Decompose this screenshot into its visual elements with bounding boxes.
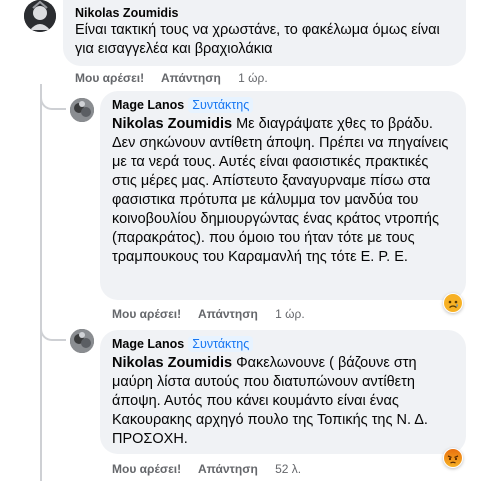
reply-button[interactable]: Απάντηση — [198, 307, 258, 321]
sad-face-icon — [444, 294, 462, 312]
timestamp[interactable]: 52 λ. — [275, 462, 301, 476]
author-badge: Συντάκτης — [188, 336, 254, 352]
reply-author-name[interactable]: Mage Lanos — [112, 337, 184, 351]
reply-button[interactable]: Απάντηση — [198, 462, 258, 476]
reply-author: Mage Lanos Συντάκτης — [112, 336, 454, 352]
thread-branch-1 — [40, 84, 66, 110]
reaction-badge[interactable] — [443, 293, 463, 313]
avatar[interactable] — [70, 98, 94, 122]
like-button[interactable]: Μου αρέσει! — [112, 307, 181, 321]
comment-author[interactable]: Nikolas Zoumidis — [75, 6, 454, 20]
reply-actions: Μου αρέσει! Απάντηση 52 λ. — [112, 462, 315, 476]
reply-actions: Μου αρέσει! Απάντηση 1 ώρ. — [112, 307, 319, 321]
reaction-badge[interactable] — [443, 448, 463, 468]
angry-face-icon — [444, 449, 462, 467]
like-button[interactable]: Μου αρέσει! — [112, 462, 181, 476]
reply-body: Με διαγράψατε χθες το βράδυ. Δεν σηκώνου… — [112, 116, 449, 265]
timestamp[interactable]: 1 ώρ. — [238, 71, 268, 85]
avatar[interactable] — [70, 329, 94, 353]
avatar-image-icon — [24, 0, 56, 32]
comment-bubble: Nikolas Zoumidis Είναι τακτική τους να χ… — [63, 0, 466, 66]
comment-actions: Μου αρέσει! Απάντηση 1 ώρ. — [75, 71, 282, 85]
author-badge: Συντάκτης — [188, 97, 254, 113]
reply-bubble: Mage Lanos Συντάκτης Nikolas Zoumidis Με … — [100, 91, 466, 300]
mention-link[interactable]: Nikolas Zoumidis — [112, 116, 232, 132]
reply-text: Nikolas Zoumidis Φακελωνουνε ( βάζουνε σ… — [112, 354, 454, 449]
reply-author-name[interactable]: Mage Lanos — [112, 98, 184, 112]
reply-text: Nikolas Zoumidis Με διαγράψατε χθες το β… — [112, 115, 454, 267]
comment-text: Είναι τακτική τους να χρωστάνε, το φακέλ… — [75, 22, 440, 57]
reply-button[interactable]: Απάντηση — [161, 71, 221, 85]
timestamp[interactable]: 1 ώρ. — [275, 307, 305, 321]
thread-line — [40, 84, 42, 481]
avatar-image-icon — [70, 98, 94, 122]
thread-branch-2 — [40, 315, 66, 341]
avatar-image-icon — [70, 329, 94, 353]
reply-bubble: Mage Lanos Συντάκτης Nikolas Zoumidis Φακ… — [100, 330, 466, 454]
like-button[interactable]: Μου αρέσει! — [75, 71, 144, 85]
reply-author: Mage Lanos Συντάκτης — [112, 97, 454, 113]
mention-link[interactable]: Nikolas Zoumidis — [112, 355, 232, 371]
avatar[interactable] — [24, 0, 56, 32]
